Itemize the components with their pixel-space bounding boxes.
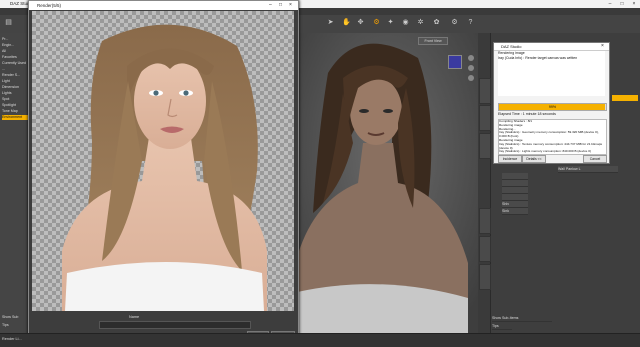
settings-icon[interactable]: ⚙ [450, 18, 459, 27]
render-window-title: Render(5/5) [37, 3, 62, 8]
scene-row[interactable]: Sink [502, 208, 528, 215]
side-tab[interactable] [479, 78, 491, 104]
left-pane-row[interactable]: Favorites [2, 55, 28, 60]
progress-label: 99% [548, 105, 557, 109]
camera-tool-icon[interactable]: ◉ [401, 18, 410, 27]
scene-row[interactable] [502, 194, 528, 201]
viewport-figure [298, 33, 478, 333]
incidence-button[interactable]: Incidence [498, 155, 522, 163]
pose-tool-icon[interactable]: ✋ [342, 18, 351, 27]
name-field[interactable] [99, 321, 251, 329]
help-icon[interactable]: ? [466, 18, 475, 27]
side-tab[interactable] [479, 133, 491, 159]
render-window: Render(5/5) – □ × Name [28, 0, 299, 342]
left-pane-row[interactable]: All [2, 49, 28, 54]
left-pane-row[interactable]: Pr... [2, 37, 28, 42]
maximize-icon[interactable]: □ [279, 2, 282, 8]
side-tab[interactable] [479, 208, 491, 234]
left-pane-row[interactable]: ... [2, 67, 28, 72]
orbit-icon[interactable] [468, 55, 474, 61]
show-sub-items-checkbox[interactable]: Show Sub-Items [492, 315, 552, 322]
elapsed-time: Elapsed Time : 1 minute 18 seconds [498, 112, 556, 116]
progress-status: Rendering image Iray (Cuda Info) : Rende… [498, 51, 605, 96]
view-select[interactable]: Front View [418, 37, 448, 45]
progress-bar: 99% [498, 103, 607, 111]
render-tool-icon[interactable]: ⚙ [372, 18, 381, 27]
cancel-button[interactable]: Cancel [583, 155, 607, 163]
transform-tool-icon[interactable]: ✥ [356, 18, 365, 27]
render-library-tab[interactable]: Render Li... [2, 337, 22, 341]
render-window-titlebar: Render(5/5) – □ × [29, 1, 298, 10]
left-pane-row[interactable]: Lights [2, 91, 28, 96]
status-line: Iray (Cuda Info) : Render target canvas … [498, 56, 578, 60]
tips-tab[interactable]: Tips [492, 323, 512, 330]
maximize-icon[interactable]: □ [616, 0, 628, 8]
side-tab[interactable] [479, 236, 491, 262]
status-bar: Render Li... [0, 333, 640, 347]
left-pane-row[interactable]: Light [2, 79, 28, 84]
render-canvas [32, 11, 294, 311]
left-pane-row[interactable]: Engin... [2, 43, 28, 48]
render-settings-icon[interactable]: ✿ [432, 18, 441, 27]
minimize-icon[interactable]: – [604, 0, 616, 8]
zoom-icon[interactable] [468, 75, 474, 81]
progress-dialog-title: DAZ Studio [501, 44, 522, 49]
render-log[interactable]: Compiling Shaders : 8/1 Rendering image Re… [498, 119, 607, 155]
show-sub-checkbox[interactable]: Show Sub [2, 315, 28, 320]
rendered-image [62, 24, 267, 311]
left-pane-row-selected[interactable]: Environment [2, 115, 28, 120]
left-pane-row[interactable]: Tone Map [2, 109, 28, 114]
scene-row[interactable]: Wall Panlow L [558, 166, 618, 173]
side-tab[interactable] [479, 105, 491, 131]
minimize-icon[interactable]: – [269, 2, 272, 8]
progress-dialog-titlebar: DAZ Studio × [494, 43, 609, 51]
new-file-icon[interactable]: ▤ [4, 18, 13, 27]
left-pane-row[interactable]: Dimension [2, 85, 28, 90]
pan-icon[interactable] [468, 65, 474, 71]
left-pane: Pr... Engin... All Favorites Currently U… [0, 33, 31, 333]
left-pane-row[interactable]: Currently Used [2, 61, 28, 66]
scene-row[interactable] [502, 187, 528, 194]
left-pane-row[interactable]: Spotlight [2, 103, 28, 108]
side-tabs [478, 33, 491, 333]
left-pane-row[interactable]: Spot [2, 97, 28, 102]
accent-bar [612, 95, 638, 101]
viewport[interactable]: Front View [298, 33, 478, 333]
view-cube-icon[interactable] [448, 55, 462, 69]
close-icon[interactable]: × [601, 43, 604, 49]
render-icon[interactable]: ✲ [416, 18, 425, 27]
scene-row[interactable]: Shlv [502, 201, 528, 208]
details-button[interactable]: Details << [522, 155, 546, 163]
side-tab[interactable] [479, 264, 491, 290]
close-icon[interactable]: × [289, 2, 292, 8]
cursor-tool-icon[interactable]: ➤ [326, 18, 335, 27]
tips-tab[interactable]: Tips [2, 323, 28, 328]
scene-row[interactable] [502, 173, 528, 180]
left-pane-row[interactable]: Render S... [2, 73, 28, 78]
light-tool-icon[interactable]: ✦ [386, 18, 395, 27]
close-icon[interactable]: × [628, 0, 640, 8]
scene-row[interactable] [502, 180, 528, 187]
progress-dialog: DAZ Studio × Rendering image Iray (Cuda … [493, 42, 610, 164]
name-label: Name [129, 315, 140, 319]
